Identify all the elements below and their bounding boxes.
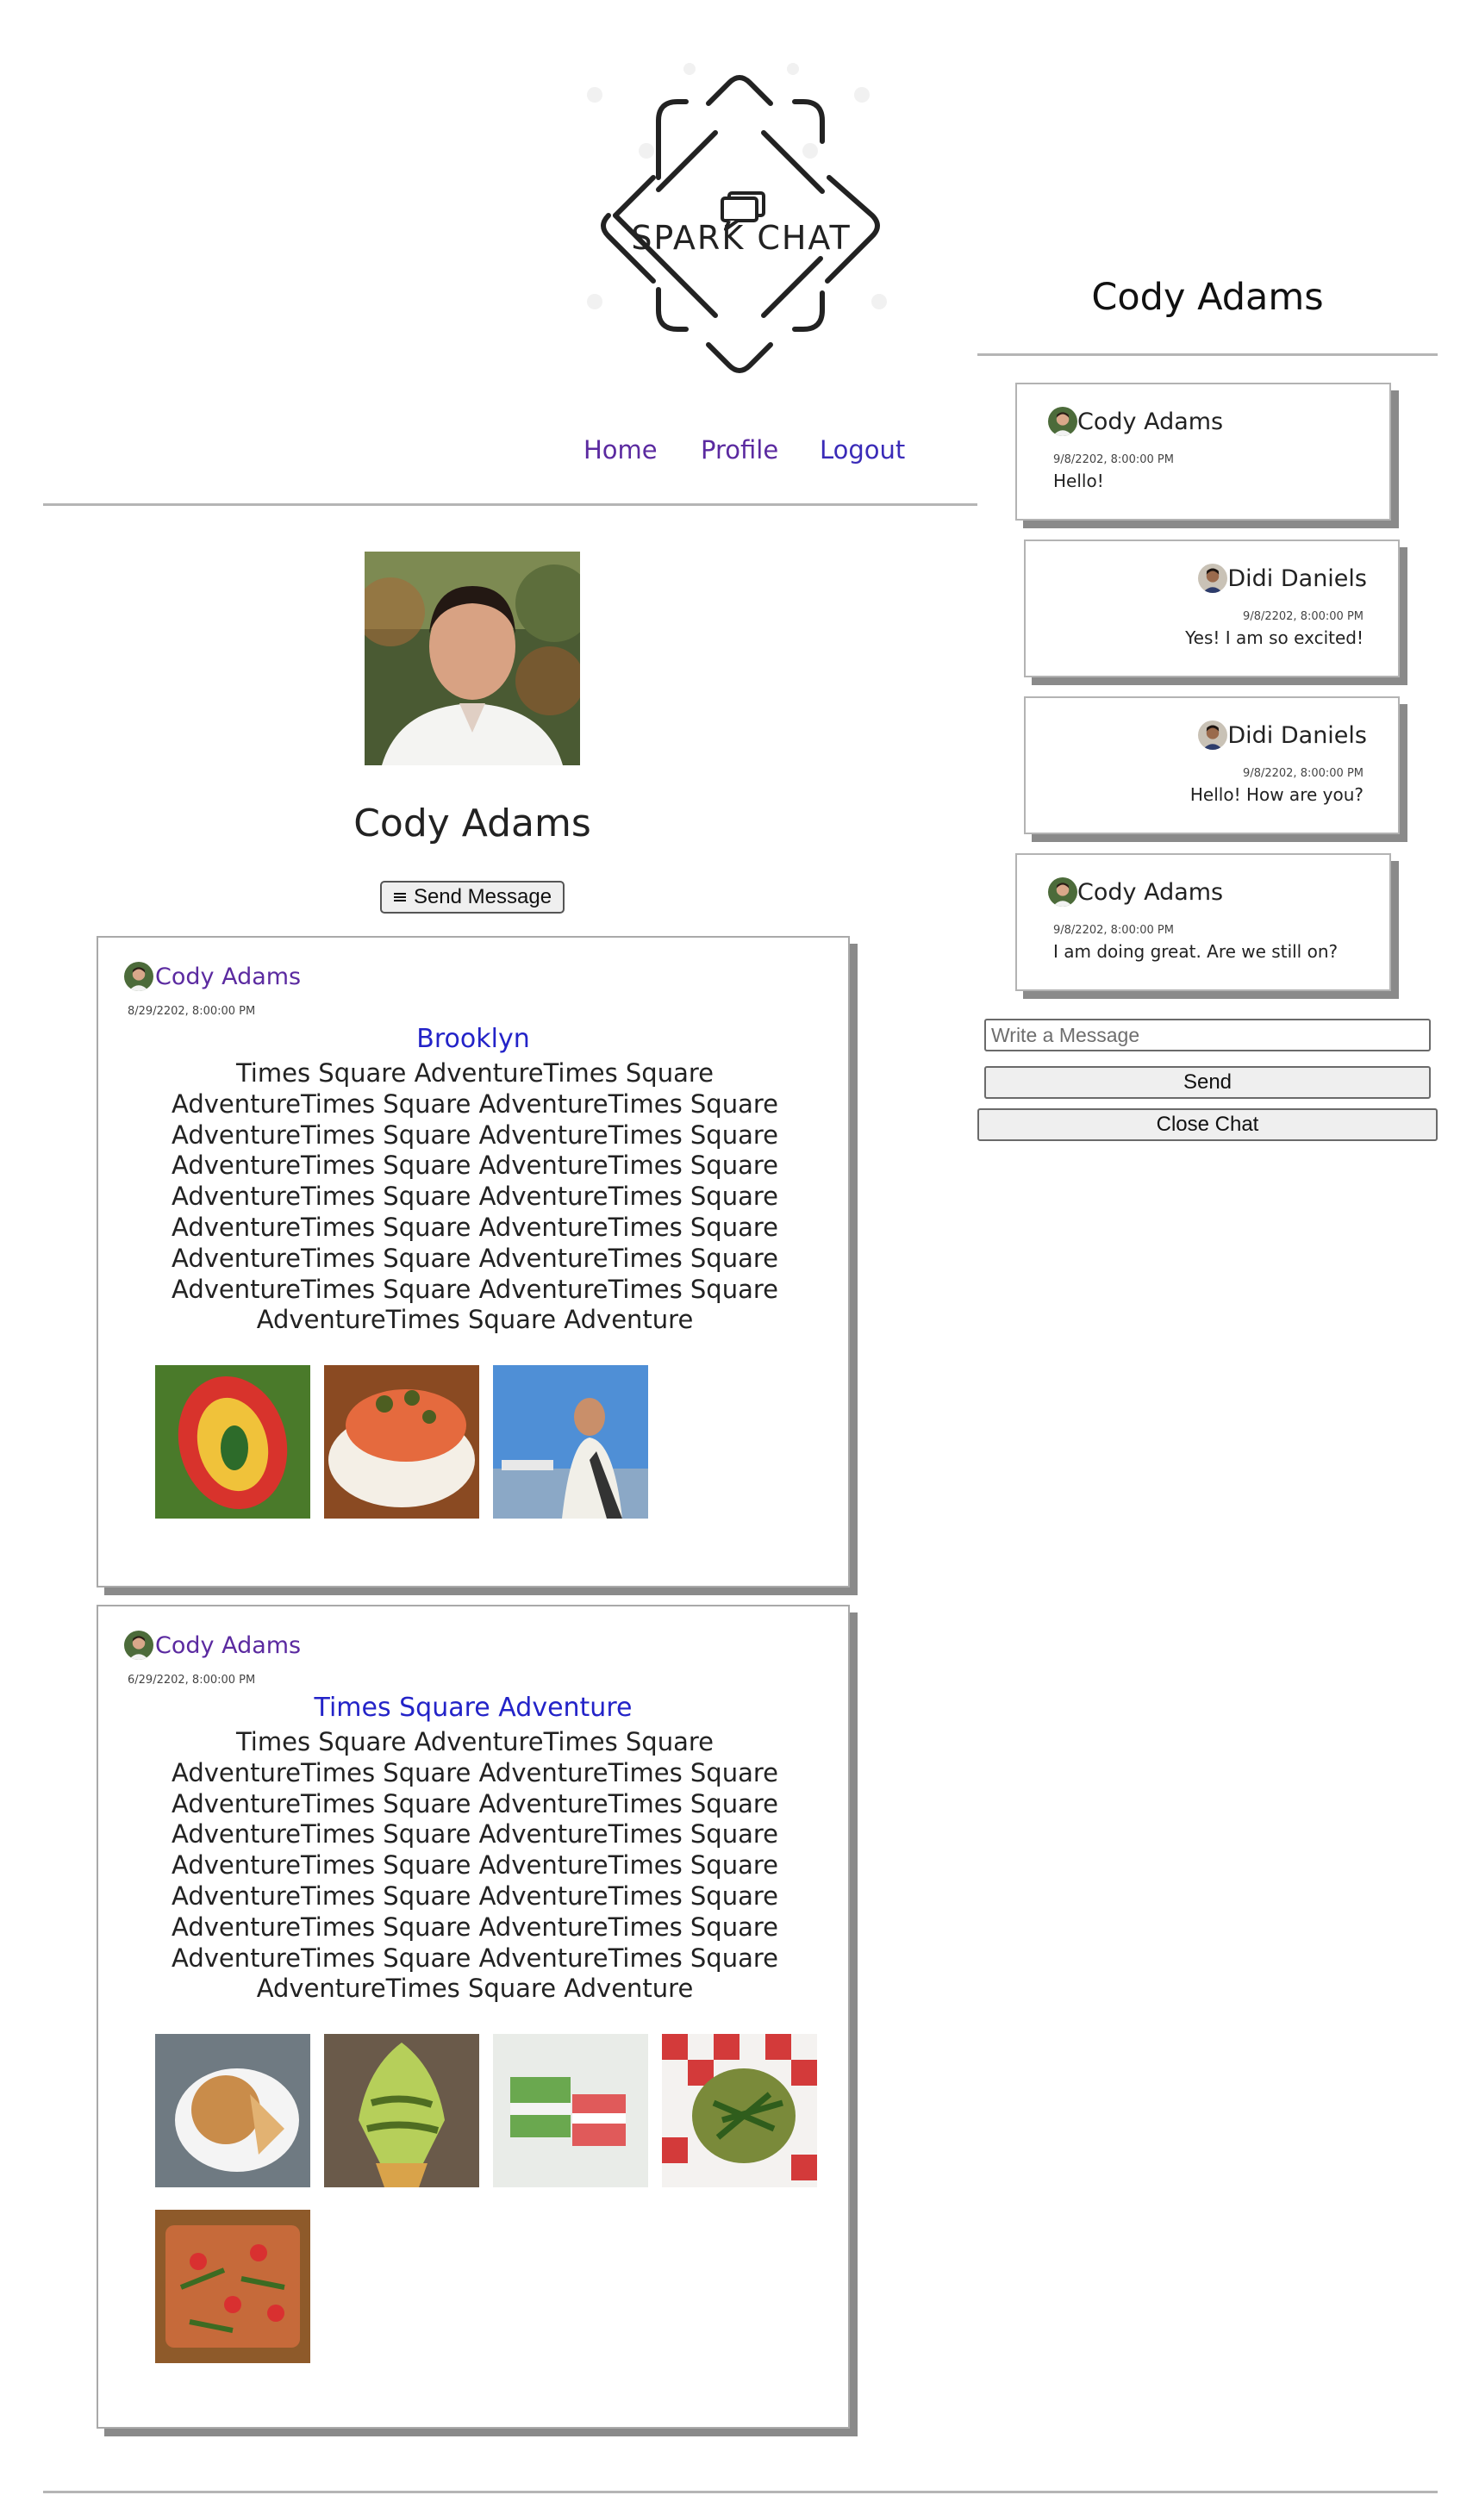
header-divider: [43, 503, 977, 506]
footer-divider: [43, 2491, 1438, 2493]
mooncake-photo[interactable]: [155, 2034, 310, 2187]
post-title-link[interactable]: Times Square Adventure: [98, 1693, 848, 1723]
post-card: Cody Adams 8/29/2202, 8:00:00 PM Brookly…: [97, 936, 850, 1587]
message-text: Yes! I am so excited!: [1185, 627, 1364, 648]
send-message-button[interactable]: Send Message: [380, 881, 565, 914]
send-button[interactable]: Send: [984, 1066, 1431, 1099]
chat-message: Cody Adams 9/8/2202, 8:00:00 PM Hello!: [1015, 383, 1391, 521]
profile-photo: [365, 552, 580, 765]
menu-lines-icon: [393, 893, 406, 901]
chat-message: Cody Adams 9/8/2202, 8:00:00 PM I am doi…: [1015, 853, 1391, 991]
message-text: Hello!: [1053, 471, 1104, 491]
avatar: [1198, 720, 1227, 750]
nav-profile-link[interactable]: Profile: [701, 435, 778, 465]
message-author: Cody Adams: [1077, 878, 1224, 906]
avatar: [1198, 564, 1227, 593]
post-title-link[interactable]: Brooklyn: [98, 1024, 848, 1054]
profile-name: Cody Adams: [353, 802, 591, 845]
avatar: [1048, 407, 1077, 436]
message-author: Didi Daniels: [1227, 721, 1367, 749]
spark-chat-logo[interactable]: SPARK CHAT: [552, 34, 931, 414]
main-nav: Home Profile Logout: [569, 435, 931, 473]
post-author-row: Cody Adams: [124, 962, 301, 991]
avatar: [124, 962, 153, 991]
post-author-row: Cody Adams: [124, 1631, 301, 1660]
tulip-photo[interactable]: [155, 1365, 310, 1519]
message-date: 9/8/2202, 8:00:00 PM: [1243, 610, 1364, 623]
nav-logout-link[interactable]: Logout: [820, 435, 905, 465]
post-date: 6/29/2202, 8:00:00 PM: [128, 1674, 256, 1687]
woman-at-harbor-photo[interactable]: [493, 1365, 648, 1519]
avatar: [124, 1631, 153, 1660]
avatar: [1048, 877, 1077, 907]
close-chat-button[interactable]: Close Chat: [977, 1108, 1438, 1141]
post-author-link[interactable]: Cody Adams: [155, 964, 301, 990]
chat-title: Cody Adams: [1091, 276, 1324, 319]
message-date: 9/8/2202, 8:00:00 PM: [1053, 924, 1174, 937]
message-author-row: Cody Adams: [1048, 877, 1223, 907]
message-date: 9/8/2202, 8:00:00 PM: [1053, 453, 1174, 466]
green-beans-photo[interactable]: [662, 2034, 817, 2187]
vegetable-pizza-photo[interactable]: [155, 2210, 310, 2363]
green-soft-serve-photo[interactable]: [324, 2034, 479, 2187]
message-date: 9/8/2202, 8:00:00 PM: [1243, 767, 1364, 780]
layered-jelly-cubes-photo[interactable]: [493, 2034, 648, 2187]
message-author-row: Didi Daniels: [1198, 720, 1367, 750]
post-author-link[interactable]: Cody Adams: [155, 1632, 301, 1659]
message-author: Cody Adams: [1077, 408, 1224, 435]
nav-home-link[interactable]: Home: [583, 435, 658, 465]
post-body: Times Square AdventureTimes Square Adven…: [171, 1058, 778, 1335]
message-text: Hello! How are you?: [1189, 784, 1364, 805]
message-author-row: Didi Daniels: [1198, 564, 1367, 593]
post-body: Times Square AdventureTimes Square Adven…: [171, 1727, 778, 2004]
smoked-salmon-bagel-photo[interactable]: [324, 1365, 479, 1519]
message-author: Didi Daniels: [1227, 565, 1367, 592]
chat-message: Didi Daniels 9/8/2202, 8:00:00 PM Yes! I…: [1024, 540, 1400, 677]
message-text: I am doing great. Are we still on?: [1053, 941, 1339, 962]
send-message-label: Send Message: [413, 885, 552, 908]
post-card: Cody Adams 6/29/2202, 8:00:00 PM Times S…: [97, 1605, 850, 2429]
message-author-row: Cody Adams: [1048, 407, 1223, 436]
post-date: 8/29/2202, 8:00:00 PM: [128, 1005, 256, 1018]
brand-name: SPARK CHAT: [631, 219, 852, 257]
chat-message-input[interactable]: [984, 1019, 1431, 1051]
chat-message: Didi Daniels 9/8/2202, 8:00:00 PM Hello!…: [1024, 696, 1400, 834]
chat-divider: [977, 353, 1438, 356]
